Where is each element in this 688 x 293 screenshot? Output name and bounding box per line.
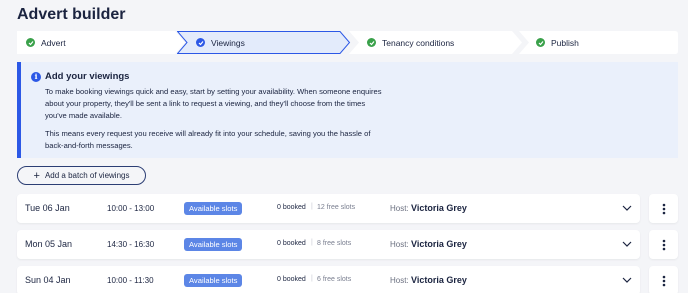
free-slots: 12 free slots: [317, 204, 356, 211]
viewing-row[interactable]: Sun 04 Jan 10:00 - 11:30 Available slots…: [17, 266, 640, 293]
more-vertical-icon: [662, 239, 665, 250]
viewing-time: 10:00 - 11:30: [107, 276, 154, 285]
step-advert[interactable]: Advert: [17, 31, 187, 54]
viewing-row[interactable]: Mon 05 Jan 14:30 - 16:30 Available slots…: [17, 230, 640, 259]
divider: |: [311, 203, 313, 210]
viewing-row[interactable]: Tue 06 Jan 10:00 - 13:00 Available slots…: [17, 194, 640, 223]
free-slots: 8 free slots: [317, 240, 352, 247]
step-label: Advert: [41, 37, 66, 48]
booked-count: 0 booked: [277, 276, 306, 283]
status-badge: Available slots: [184, 274, 243, 287]
step-label: Tenancy conditions: [382, 37, 455, 48]
plus-icon: +: [33, 169, 40, 182]
viewing-time: 10:00 - 13:00: [107, 204, 155, 213]
info-line: To make booking viewings quick and easy,…: [45, 87, 382, 96]
row-menu-button[interactable]: [649, 230, 678, 259]
info-line: about your property, they'll be sent a l…: [45, 99, 366, 108]
free-slots: 6 free slots: [317, 276, 352, 283]
step-publish[interactable]: Publish: [519, 31, 678, 54]
viewing-time: 14:30 - 16:30: [107, 240, 155, 249]
step-label: Viewings: [211, 37, 245, 48]
host-label: Host:: [390, 204, 409, 213]
info-paragraph-1: To make booking viewings quick and easy,…: [45, 86, 445, 122]
add-batch-label: Add a batch of viewings: [44, 171, 130, 180]
add-batch-button[interactable]: + Add a batch of viewings: [17, 166, 146, 185]
viewing-date: Mon 05 Jan: [25, 239, 73, 249]
check-circle-icon: [536, 38, 545, 47]
progress-stepper: Advert Viewings Tenancy conditions Publi…: [17, 31, 678, 54]
booked-count: 0 booked: [277, 240, 306, 247]
booked-count: 0 booked: [277, 204, 306, 211]
info-paragraph-2: This means every request you receive wil…: [45, 128, 445, 152]
info-line: This means every request you receive wil…: [45, 129, 371, 138]
step-tenancy-conditions[interactable]: Tenancy conditions: [349, 31, 524, 54]
info-icon: i: [31, 72, 41, 82]
step-viewings[interactable]: Viewings: [177, 31, 352, 54]
host-name: Victoria Grey: [411, 275, 467, 285]
chevron-down-icon[interactable]: [622, 276, 632, 284]
host-label: Host:: [390, 276, 409, 285]
info-line: you've made available.: [45, 111, 123, 120]
divider: |: [311, 275, 313, 282]
divider: |: [311, 239, 313, 246]
status-badge: Available slots: [184, 238, 243, 251]
host-name: Victoria Grey: [411, 239, 467, 249]
info-panel: i Add your viewings To make booking view…: [17, 62, 678, 158]
row-menu-button[interactable]: [649, 266, 678, 293]
viewing-date: Tue 06 Jan: [25, 203, 70, 213]
page-title: Advert builder: [17, 6, 126, 23]
more-vertical-icon: [662, 203, 665, 214]
host-name: Victoria Grey: [411, 203, 467, 213]
check-circle-icon: [367, 38, 376, 47]
host-label: Host:: [390, 240, 409, 249]
info-line: back-and-forth messages.: [45, 141, 133, 150]
check-circle-icon: [26, 38, 35, 47]
viewing-date: Sun 04 Jan: [25, 275, 71, 285]
more-vertical-icon: [662, 275, 665, 286]
status-badge: Available slots: [184, 202, 243, 215]
chevron-down-icon[interactable]: [622, 204, 632, 212]
info-title: Add your viewings: [45, 71, 130, 82]
check-circle-icon: [196, 38, 205, 47]
chevron-down-icon[interactable]: [622, 240, 632, 248]
step-label: Publish: [551, 37, 579, 48]
row-menu-button[interactable]: [649, 194, 678, 223]
